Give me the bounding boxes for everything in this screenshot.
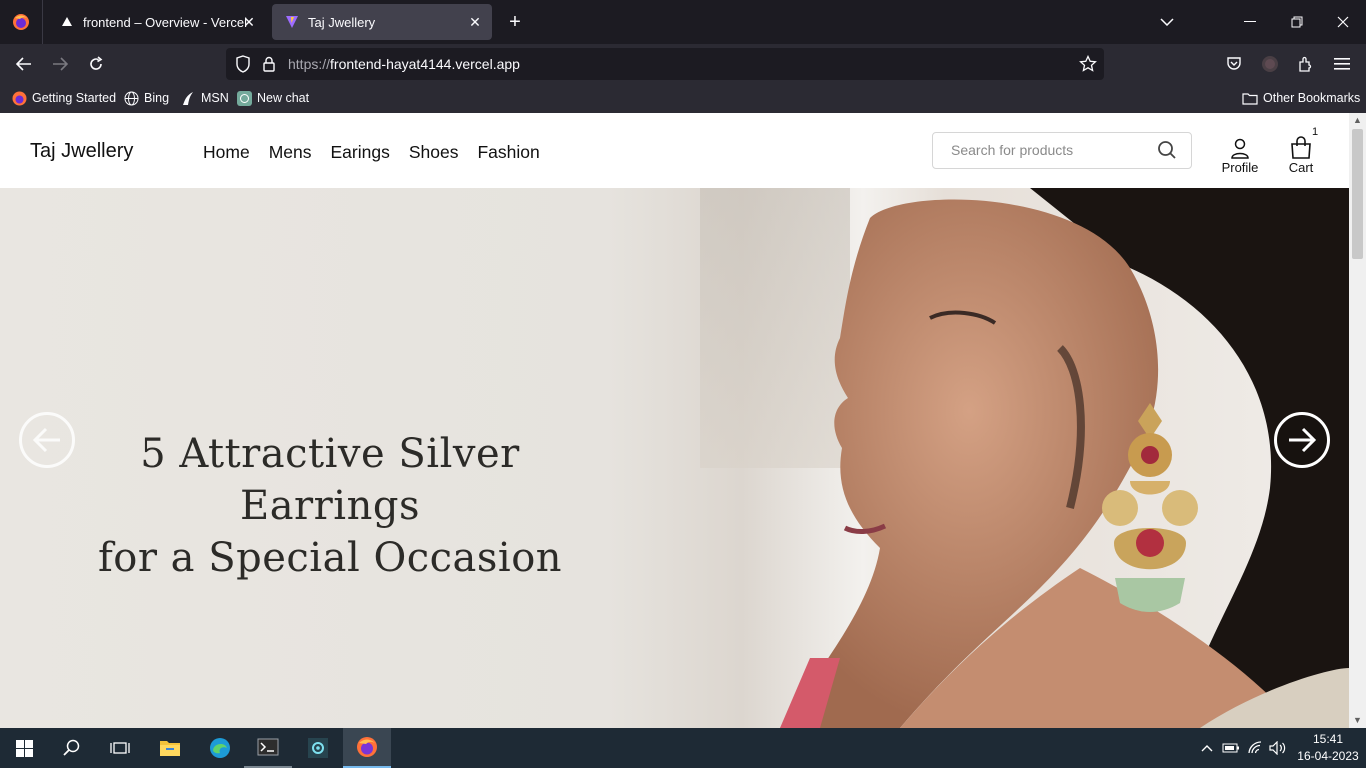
file-explorer-icon[interactable] (146, 728, 194, 768)
settings-app-icon[interactable] (294, 728, 342, 768)
bookmark-msn[interactable]: MSN (180, 90, 229, 106)
firefox-icon (11, 90, 27, 106)
back-icon[interactable] (14, 54, 34, 74)
close-tab-icon[interactable]: ✕ (466, 13, 484, 31)
volume-icon[interactable] (1268, 738, 1288, 758)
cart-label: Cart (1288, 160, 1314, 175)
close-window-icon[interactable] (1333, 12, 1353, 32)
shield-icon[interactable] (233, 54, 253, 74)
vercel-icon (59, 14, 75, 30)
new-tab-button[interactable]: + (503, 10, 527, 34)
main-nav: Home Mens Earings Shoes Fashion (203, 142, 540, 163)
windows-start-icon[interactable] (0, 728, 48, 768)
chatgpt-icon (236, 90, 252, 106)
account-avatar-icon[interactable] (1260, 54, 1280, 74)
nav-home[interactable]: Home (203, 142, 250, 163)
folder-icon (1242, 90, 1258, 106)
bookmark-getting-started[interactable]: Getting Started (11, 90, 116, 106)
tray-expand-icon[interactable] (1197, 738, 1217, 758)
arrow-left-icon (32, 427, 60, 453)
search-taskbar-icon[interactable] (48, 728, 96, 768)
address-bar[interactable]: https://frontend-hayat4144.vercel.app (226, 48, 1104, 80)
windows-taskbar: 15:41 16-04-2023 (0, 728, 1366, 768)
profile-label: Profile (1221, 160, 1259, 175)
other-bookmarks[interactable]: Other Bookmarks (1242, 90, 1360, 106)
task-view-icon[interactable] (96, 728, 144, 768)
reload-icon[interactable] (86, 54, 106, 74)
url-text: https://frontend-hayat4144.vercel.app (288, 56, 520, 72)
tab-title: Taj Jwellery (308, 14, 376, 30)
extensions-icon[interactable] (1296, 54, 1316, 74)
site-header: Taj Jwellery Home Mens Earings Shoes Fas… (0, 113, 1349, 188)
bookmark-bing[interactable]: Bing (123, 90, 169, 106)
page-viewport: Taj Jwellery Home Mens Earings Shoes Fas… (0, 113, 1349, 728)
carousel-next-button[interactable] (1274, 412, 1330, 468)
wifi-icon[interactable] (1246, 738, 1266, 758)
hero-title: 5 Attractive Silver Earrings for a Speci… (97, 431, 563, 581)
vite-icon (284, 14, 300, 30)
bookmark-new-chat[interactable]: New chat (236, 90, 309, 106)
nav-earings[interactable]: Earings (330, 142, 389, 163)
search-icon[interactable] (1157, 140, 1177, 160)
hero-carousel: 5 Attractive Silver Earrings for a Speci… (0, 188, 1349, 728)
pocket-icon[interactable] (1224, 54, 1244, 74)
carousel-prev-button[interactable] (19, 412, 75, 468)
search-input[interactable] (951, 142, 1141, 158)
scrollbar-thumb[interactable] (1352, 129, 1363, 259)
forward-icon[interactable] (50, 54, 70, 74)
profile-button[interactable]: Profile (1218, 128, 1262, 175)
page-scrollbar[interactable]: ▲ ▼ (1349, 113, 1366, 728)
firefox-taskbar-icon[interactable] (343, 728, 391, 768)
terminal-icon[interactable] (244, 728, 292, 768)
user-icon (1218, 128, 1262, 160)
restore-icon[interactable] (1287, 12, 1307, 32)
battery-icon[interactable] (1221, 738, 1241, 758)
globe-icon (123, 90, 139, 106)
edge-icon[interactable] (196, 728, 244, 768)
arrow-right-icon (1289, 427, 1317, 453)
close-tab-icon[interactable]: ✕ (240, 13, 258, 31)
browser-tab-bar: frontend – Overview - Vercel ✕ Taj Jwell… (0, 0, 1366, 44)
site-logo[interactable]: Taj Jwellery (30, 140, 133, 163)
list-all-tabs-icon[interactable] (1157, 12, 1177, 32)
hamburger-menu-icon[interactable] (1332, 54, 1352, 74)
tab-vercel[interactable]: frontend – Overview - Vercel ✕ (47, 4, 266, 40)
msn-icon (180, 90, 196, 106)
scroll-down-icon[interactable]: ▼ (1353, 716, 1362, 725)
clock-date: 16-04-2023 (1297, 749, 1359, 763)
nav-mens[interactable]: Mens (269, 142, 312, 163)
cart-count-badge: 1 (1312, 126, 1319, 138)
minimize-icon[interactable] (1240, 12, 1260, 32)
nav-shoes[interactable]: Shoes (409, 142, 459, 163)
lock-icon[interactable] (259, 54, 279, 74)
nav-fashion[interactable]: Fashion (477, 142, 539, 163)
clock-time: 15:41 (1312, 732, 1344, 746)
tab-title: frontend – Overview - Vercel (83, 14, 248, 30)
search-box (932, 132, 1192, 169)
bookmarks-bar: Getting Started Bing MSN New chat Other … (0, 84, 1366, 113)
bookmark-star-icon[interactable] (1078, 54, 1098, 74)
scroll-up-icon[interactable]: ▲ (1353, 116, 1362, 125)
tab-taj-jwellery[interactable]: Taj Jwellery ✕ (272, 4, 492, 40)
taskbar-clock[interactable]: 15:41 16-04-2023 (1293, 731, 1363, 765)
firefox-menu-icon[interactable] (0, 0, 43, 44)
browser-toolbar: https://frontend-hayat4144.vercel.app (0, 44, 1366, 84)
